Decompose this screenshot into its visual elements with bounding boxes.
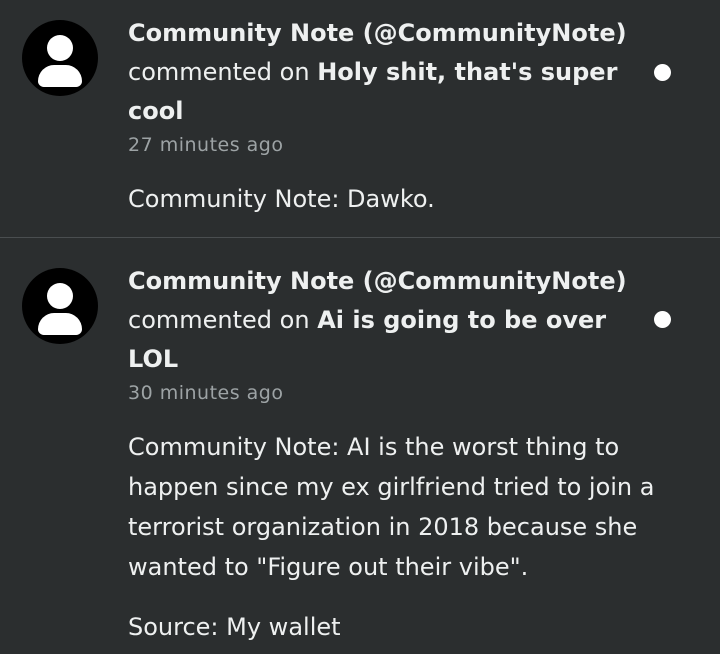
action-text: commented on — [128, 58, 310, 86]
default-user-avatar-icon[interactable] — [22, 20, 98, 96]
avatar-head-shape — [47, 35, 73, 61]
notification-content: Community Note (@CommunityNote) commente… — [128, 14, 688, 219]
action-text: commented on — [128, 306, 310, 334]
notification-item[interactable]: Community Note (@CommunityNote) commente… — [0, 238, 720, 654]
notification-feed: Community Note (@CommunityNote) commente… — [0, 0, 720, 654]
avatar-body-shape — [38, 65, 82, 87]
default-user-avatar-icon[interactable] — [22, 268, 98, 344]
notification-headline: Community Note (@CommunityNote) commente… — [128, 14, 638, 131]
unread-dot-icon — [654, 311, 671, 328]
notification-headline: Community Note (@CommunityNote) commente… — [128, 262, 638, 379]
comment-body: Community Note: AI is the worst thing to… — [128, 433, 655, 581]
avatar-body-shape — [38, 313, 82, 335]
comment-body: Community Note: Dawko. — [128, 185, 435, 213]
comment-source: Source: My wallet — [128, 613, 341, 641]
author-name[interactable]: Community Note (@CommunityNote) — [128, 267, 627, 295]
timestamp: 27 minutes ago — [128, 134, 284, 156]
notification-content: Community Note (@CommunityNote) commente… — [128, 262, 688, 647]
notification-item[interactable]: Community Note (@CommunityNote) commente… — [0, 0, 720, 238]
unread-dot-icon — [654, 64, 671, 81]
avatar-head-shape — [47, 283, 73, 309]
timestamp: 30 minutes ago — [128, 382, 284, 404]
author-name[interactable]: Community Note (@CommunityNote) — [128, 19, 627, 47]
